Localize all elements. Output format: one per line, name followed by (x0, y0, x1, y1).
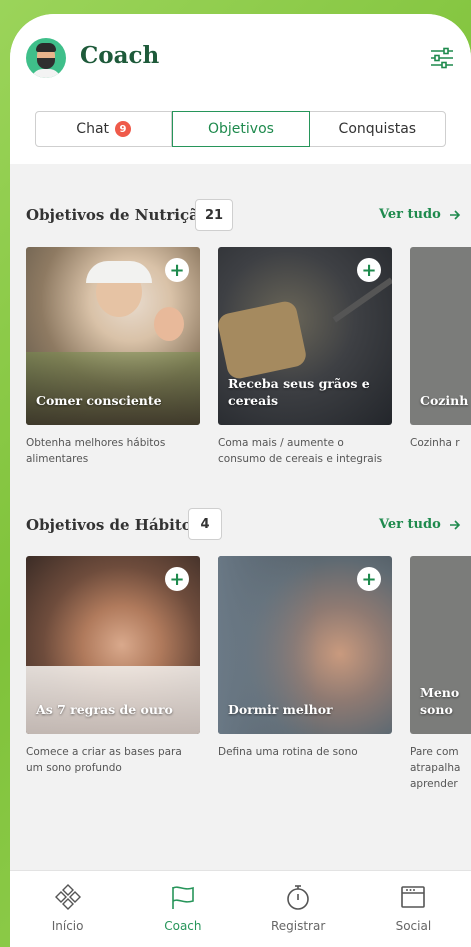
nav-item-inicio[interactable]: Início (10, 871, 125, 947)
nav-label: Registrar (270, 919, 326, 933)
page-title: Coach (80, 42, 160, 69)
card-title: Comer consciente (36, 393, 162, 408)
nutrition-count: 21 (195, 199, 233, 231)
goal-card-7-regras[interactable]: + As 7 regras de ouro (26, 556, 200, 734)
bottom-nav: Início Coach Registrar Social (10, 870, 471, 947)
tab-bar: Chat 9 Objetivos Conquistas (35, 111, 446, 147)
tab-chat-label: Chat (76, 121, 110, 137)
stopwatch-icon (287, 885, 309, 910)
goal-card-menos-sono[interactable]: Meno sono (410, 556, 471, 734)
add-goal-button[interactable]: + (165, 258, 189, 282)
card-description: Pare com atrapalha aprender (410, 746, 461, 790)
card-description: Coma mais / aumente o consumo de cereais… (218, 437, 383, 465)
card-title: Receba seus grãos e cereais (228, 376, 370, 408)
arrow-right-icon (449, 519, 460, 530)
tab-conquistas-label: Conquistas (338, 121, 417, 137)
card-title: Dormir melhor (228, 702, 333, 717)
filter-settings-icon[interactable] (430, 46, 454, 70)
app-screen: Coach Chat 9 Objetivos Conquistas Objeti… (10, 14, 471, 947)
nutrition-see-all-link[interactable]: Ver tudo (379, 207, 461, 222)
card-title: Cozinh (420, 393, 469, 408)
nav-item-coach[interactable]: Coach (125, 871, 240, 947)
tab-objetivos[interactable]: Objetivos (172, 111, 310, 147)
habits-see-all-link[interactable]: Ver tudo (379, 517, 461, 532)
habits-section-title: Objetivos de Hábitos (26, 516, 201, 534)
header: Coach Chat 9 Objetivos Conquistas (10, 14, 471, 164)
card-description: Obtenha melhores hábitos alimentares (26, 437, 166, 465)
avatar[interactable] (26, 38, 66, 78)
card-description: Cozinha r (410, 437, 460, 449)
chat-unread-badge: 9 (115, 121, 132, 137)
add-goal-button[interactable]: + (357, 258, 381, 282)
goal-card-comer-consciente[interactable]: + Comer consciente (26, 247, 200, 425)
goal-card-dormir-melhor[interactable]: + Dormir melhor (218, 556, 392, 734)
card-title: As 7 regras de ouro (36, 702, 173, 717)
home-icon (54, 884, 81, 910)
nav-item-social[interactable]: Social (356, 871, 471, 947)
nav-label: Social (395, 919, 432, 933)
goal-card-cozinha[interactable]: Cozinh (410, 247, 471, 425)
tab-conquistas[interactable]: Conquistas (310, 112, 445, 146)
flag-icon (172, 886, 194, 909)
arrow-right-icon (449, 209, 460, 220)
tab-chat[interactable]: Chat 9 (36, 112, 173, 146)
card-description: Defina uma rotina de sono (218, 746, 358, 758)
social-icon (401, 886, 426, 908)
goal-card-graos-cereais[interactable]: + Receba seus grãos e cereais (218, 247, 392, 425)
card-description: Comece a criar as bases para um sono pro… (26, 746, 182, 774)
habits-count: 4 (188, 508, 222, 540)
nav-label: Início (51, 919, 84, 933)
nutrition-section-title: Objetivos de Nutrição (26, 206, 209, 224)
add-goal-button[interactable]: + (165, 567, 189, 591)
see-all-label: Ver tudo (379, 517, 441, 532)
see-all-label: Ver tudo (379, 207, 441, 222)
add-goal-button[interactable]: + (357, 567, 381, 591)
nav-item-registrar[interactable]: Registrar (241, 871, 356, 947)
tab-objetivos-label: Objetivos (208, 121, 274, 137)
card-title: Meno sono (420, 685, 460, 717)
nav-label: Coach (164, 919, 202, 933)
